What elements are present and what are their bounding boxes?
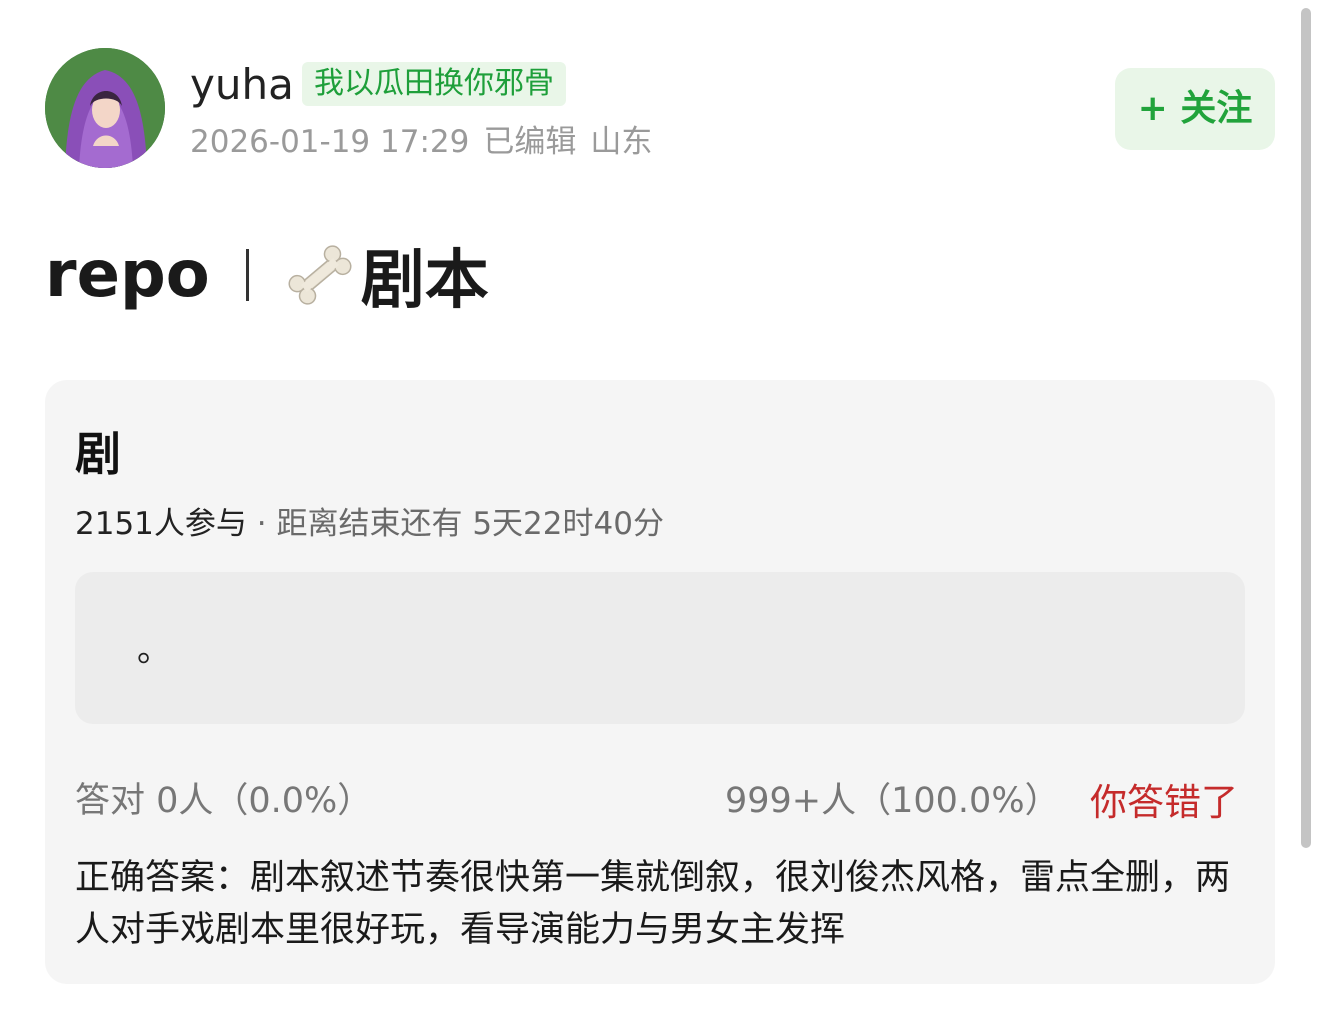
- stats-separator: ·: [256, 506, 267, 542]
- user-tag-badge[interactable]: 我以瓜田换你邪骨: [302, 62, 566, 106]
- poll-deadline: 距离结束还有 5天22时40分: [276, 506, 664, 542]
- wrong-answer-label: 你答错了: [1090, 781, 1238, 824]
- username[interactable]: yuha: [190, 60, 294, 110]
- avatar-image: [45, 48, 165, 168]
- correct-answer-text: 正确答案：剧本叙述节奏很快第一集就倒叙，很刘俊杰风格，雷点全删，两人对手戏剧本里…: [75, 858, 1231, 950]
- wrong-stat: 999+人（100.0%）: [725, 781, 1060, 821]
- poll-stats: 2151人参与 · 距离结束还有 5天22时40分: [75, 498, 664, 543]
- title-divider: [245, 249, 249, 301]
- post-title-left: repo: [45, 238, 210, 312]
- scrollbar[interactable]: [1301, 8, 1311, 848]
- post-title: repo 剧本: [45, 230, 489, 320]
- poll-option-text: 。: [137, 630, 171, 670]
- poll-card: 剧 2151人参与 · 距离结束还有 5天22时40分 。 答对 0人（0.0%…: [45, 380, 1275, 984]
- post-title-right: 剧本: [360, 244, 489, 318]
- post-timestamp: 2026-01-19 17:29: [190, 124, 470, 160]
- bone-icon: [285, 240, 355, 310]
- post-page: yuha 我以瓜田换你邪骨 2026-01-19 17:29 已编辑 山东 + 关注…: [0, 0, 1318, 1024]
- follow-button[interactable]: + 关注: [1115, 68, 1275, 150]
- edited-label: 已编辑: [483, 124, 577, 160]
- avatar[interactable]: [45, 48, 165, 168]
- location-label: 山东: [590, 124, 653, 160]
- poll-option[interactable]: 。: [75, 572, 1245, 724]
- poll-question: 剧: [75, 427, 121, 481]
- participant-count: 2151人参与: [75, 506, 247, 542]
- correct-stat: 答对 0人（0.0%）: [75, 781, 373, 821]
- post-meta: 2026-01-19 17:29 已编辑 山东: [190, 120, 666, 164]
